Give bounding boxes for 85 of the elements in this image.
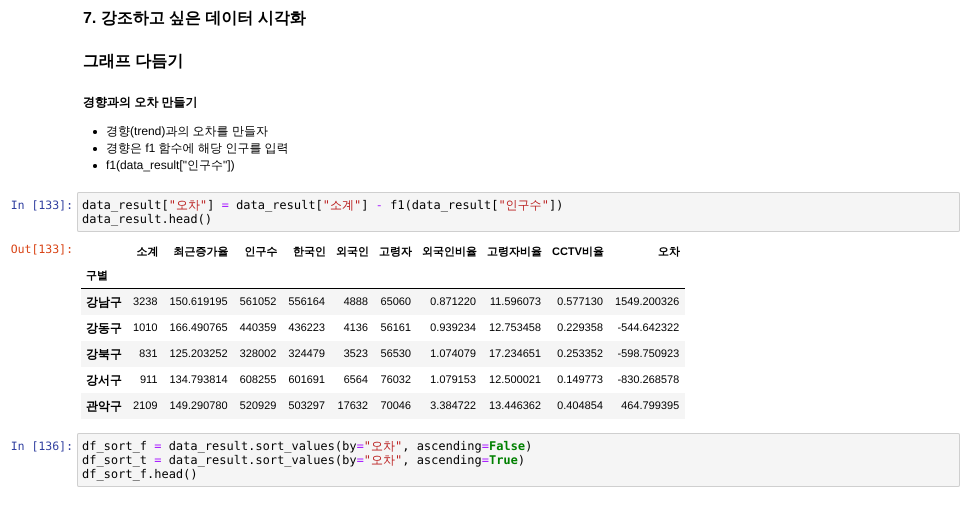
column-header: 고령자 bbox=[379, 246, 412, 258]
table-cell: 4136 bbox=[344, 322, 368, 334]
table-cell: 831 bbox=[139, 348, 158, 360]
bullet-icon bbox=[93, 164, 97, 168]
code-line: df_sort_t = data_result.sort_values(by="오차", ascending=True) bbox=[82, 453, 526, 467]
column-header: 오차 bbox=[658, 246, 680, 258]
column-header: 외국인비율 bbox=[422, 246, 478, 258]
input-prompt: In [133]: bbox=[10, 197, 73, 214]
table-cell: -598.750923 bbox=[617, 348, 680, 360]
table-cell: 11.596073 bbox=[490, 296, 542, 308]
table-cell: 608255 bbox=[240, 374, 276, 386]
table-cell: 503297 bbox=[288, 400, 326, 412]
code-line: df_sort_f.head() bbox=[82, 467, 198, 481]
table-cell: 150.619195 bbox=[169, 296, 228, 308]
table-cell: 3.384722 bbox=[430, 400, 476, 412]
bullet-text: 경향(trend)과의 오차를 만들자 bbox=[106, 123, 268, 140]
column-header: CCTV비율 bbox=[552, 246, 604, 258]
table-cell: 17.234651 bbox=[489, 348, 542, 360]
index-header: 구별 bbox=[86, 270, 108, 282]
table-cell: 440359 bbox=[240, 322, 276, 334]
table-cell: 601691 bbox=[288, 374, 326, 386]
row-label: 강동구 bbox=[86, 320, 122, 334]
table-cell: 76032 bbox=[380, 374, 412, 386]
code-line: data_result["오차"] = data_result["소계"] - f1(data_result["인구수"]) bbox=[82, 198, 564, 212]
column-header: 소계 bbox=[136, 246, 158, 258]
input-prompt: In [136]: bbox=[10, 438, 73, 455]
table-cell: 0.871220 bbox=[430, 296, 476, 308]
code-line: df_sort_f = data_result.sort_values(by="오차", ascending=False) bbox=[82, 439, 532, 453]
table-cell: 149.290780 bbox=[169, 400, 228, 412]
column-header: 인구수 bbox=[244, 246, 278, 258]
table-cell: 12.753458 bbox=[489, 322, 542, 334]
table-cell: 13.446362 bbox=[489, 400, 542, 412]
table-cell: 17632 bbox=[337, 400, 368, 412]
table-cell: -830.268578 bbox=[617, 374, 680, 386]
table-cell: 520929 bbox=[240, 400, 276, 412]
table-cell: 125.203252 bbox=[169, 348, 228, 360]
bullet-text: f1(data_result["인구수"]) bbox=[106, 157, 235, 174]
table-cell: 1.079153 bbox=[430, 374, 476, 386]
row-label: 강북구 bbox=[86, 346, 122, 360]
table-cell: 12.500021 bbox=[489, 374, 542, 386]
table-cell: 1.074079 bbox=[430, 348, 476, 360]
column-header: 최근증가율 bbox=[174, 246, 229, 258]
table-cell: 0.253352 bbox=[557, 348, 603, 360]
table-cell: 56161 bbox=[380, 322, 412, 334]
table-cell: 166.490765 bbox=[169, 322, 228, 334]
table-cell: 3238 bbox=[133, 296, 158, 308]
table-cell: 1549.200326 bbox=[615, 296, 680, 308]
table-cell: 2109 bbox=[133, 400, 158, 412]
row-label: 강남구 bbox=[86, 294, 122, 308]
table-cell: 328002 bbox=[240, 348, 276, 360]
table-cell: 0.577130 bbox=[557, 296, 603, 308]
table-cell: 911 bbox=[140, 374, 158, 386]
notebook-heading: 7. 강조하고 싶은 데이터 시각화 bbox=[83, 9, 308, 29]
row-label: 강서구 bbox=[86, 372, 122, 386]
table-cell: 3523 bbox=[344, 348, 368, 360]
table-cell: 0.229358 bbox=[557, 322, 603, 334]
table-cell: -544.642322 bbox=[617, 322, 680, 334]
bullet-icon bbox=[93, 130, 97, 134]
table-cell: 56530 bbox=[380, 348, 412, 360]
bullet-text: 경향은 f1 함수에 해당 인구를 입력 bbox=[106, 140, 289, 157]
table-cell: 134.793814 bbox=[169, 374, 228, 386]
table-cell: 0.149773 bbox=[557, 374, 603, 386]
table-cell: 65060 bbox=[380, 296, 412, 308]
table-cell: 1010 bbox=[133, 322, 158, 334]
table-cell: 6564 bbox=[344, 374, 368, 386]
table-cell: 0.939234 bbox=[430, 322, 476, 334]
table-cell: 436223 bbox=[288, 322, 326, 334]
code-cell[interactable]: data_result["오차"] = data_result["소계"] - f1(data_result["인구수"]) data_result.head() bbox=[77, 192, 960, 232]
column-header: 외국인 bbox=[336, 246, 370, 258]
table-cell: 4888 bbox=[344, 296, 368, 308]
table-cell: 464.799395 bbox=[621, 400, 680, 412]
column-header: 고령자비율 bbox=[487, 246, 542, 258]
notebook-subheading: 그래프 다듬기 bbox=[83, 52, 184, 72]
table-cell: 561052 bbox=[240, 296, 276, 308]
table-cell: 70046 bbox=[380, 400, 412, 412]
code-cell[interactable]: df_sort_f = data_result.sort_values(by="오차", ascending=False) df_sort_t = data_result.sort_values(by="오차", ascending=True) df_sort_f.head() bbox=[77, 433, 960, 487]
bullet-icon bbox=[93, 146, 97, 150]
table-cell: 556164 bbox=[288, 296, 326, 308]
column-header: 한국인 bbox=[293, 246, 326, 258]
code-line: data_result.head() bbox=[82, 212, 212, 226]
row-label: 관악구 bbox=[86, 398, 122, 412]
section-heading: 경향과의 오차 만들기 bbox=[83, 94, 199, 111]
table-cell: 324479 bbox=[288, 348, 326, 360]
output-prompt: Out[133]: bbox=[10, 241, 73, 258]
table-cell: 0.404854 bbox=[557, 400, 603, 412]
